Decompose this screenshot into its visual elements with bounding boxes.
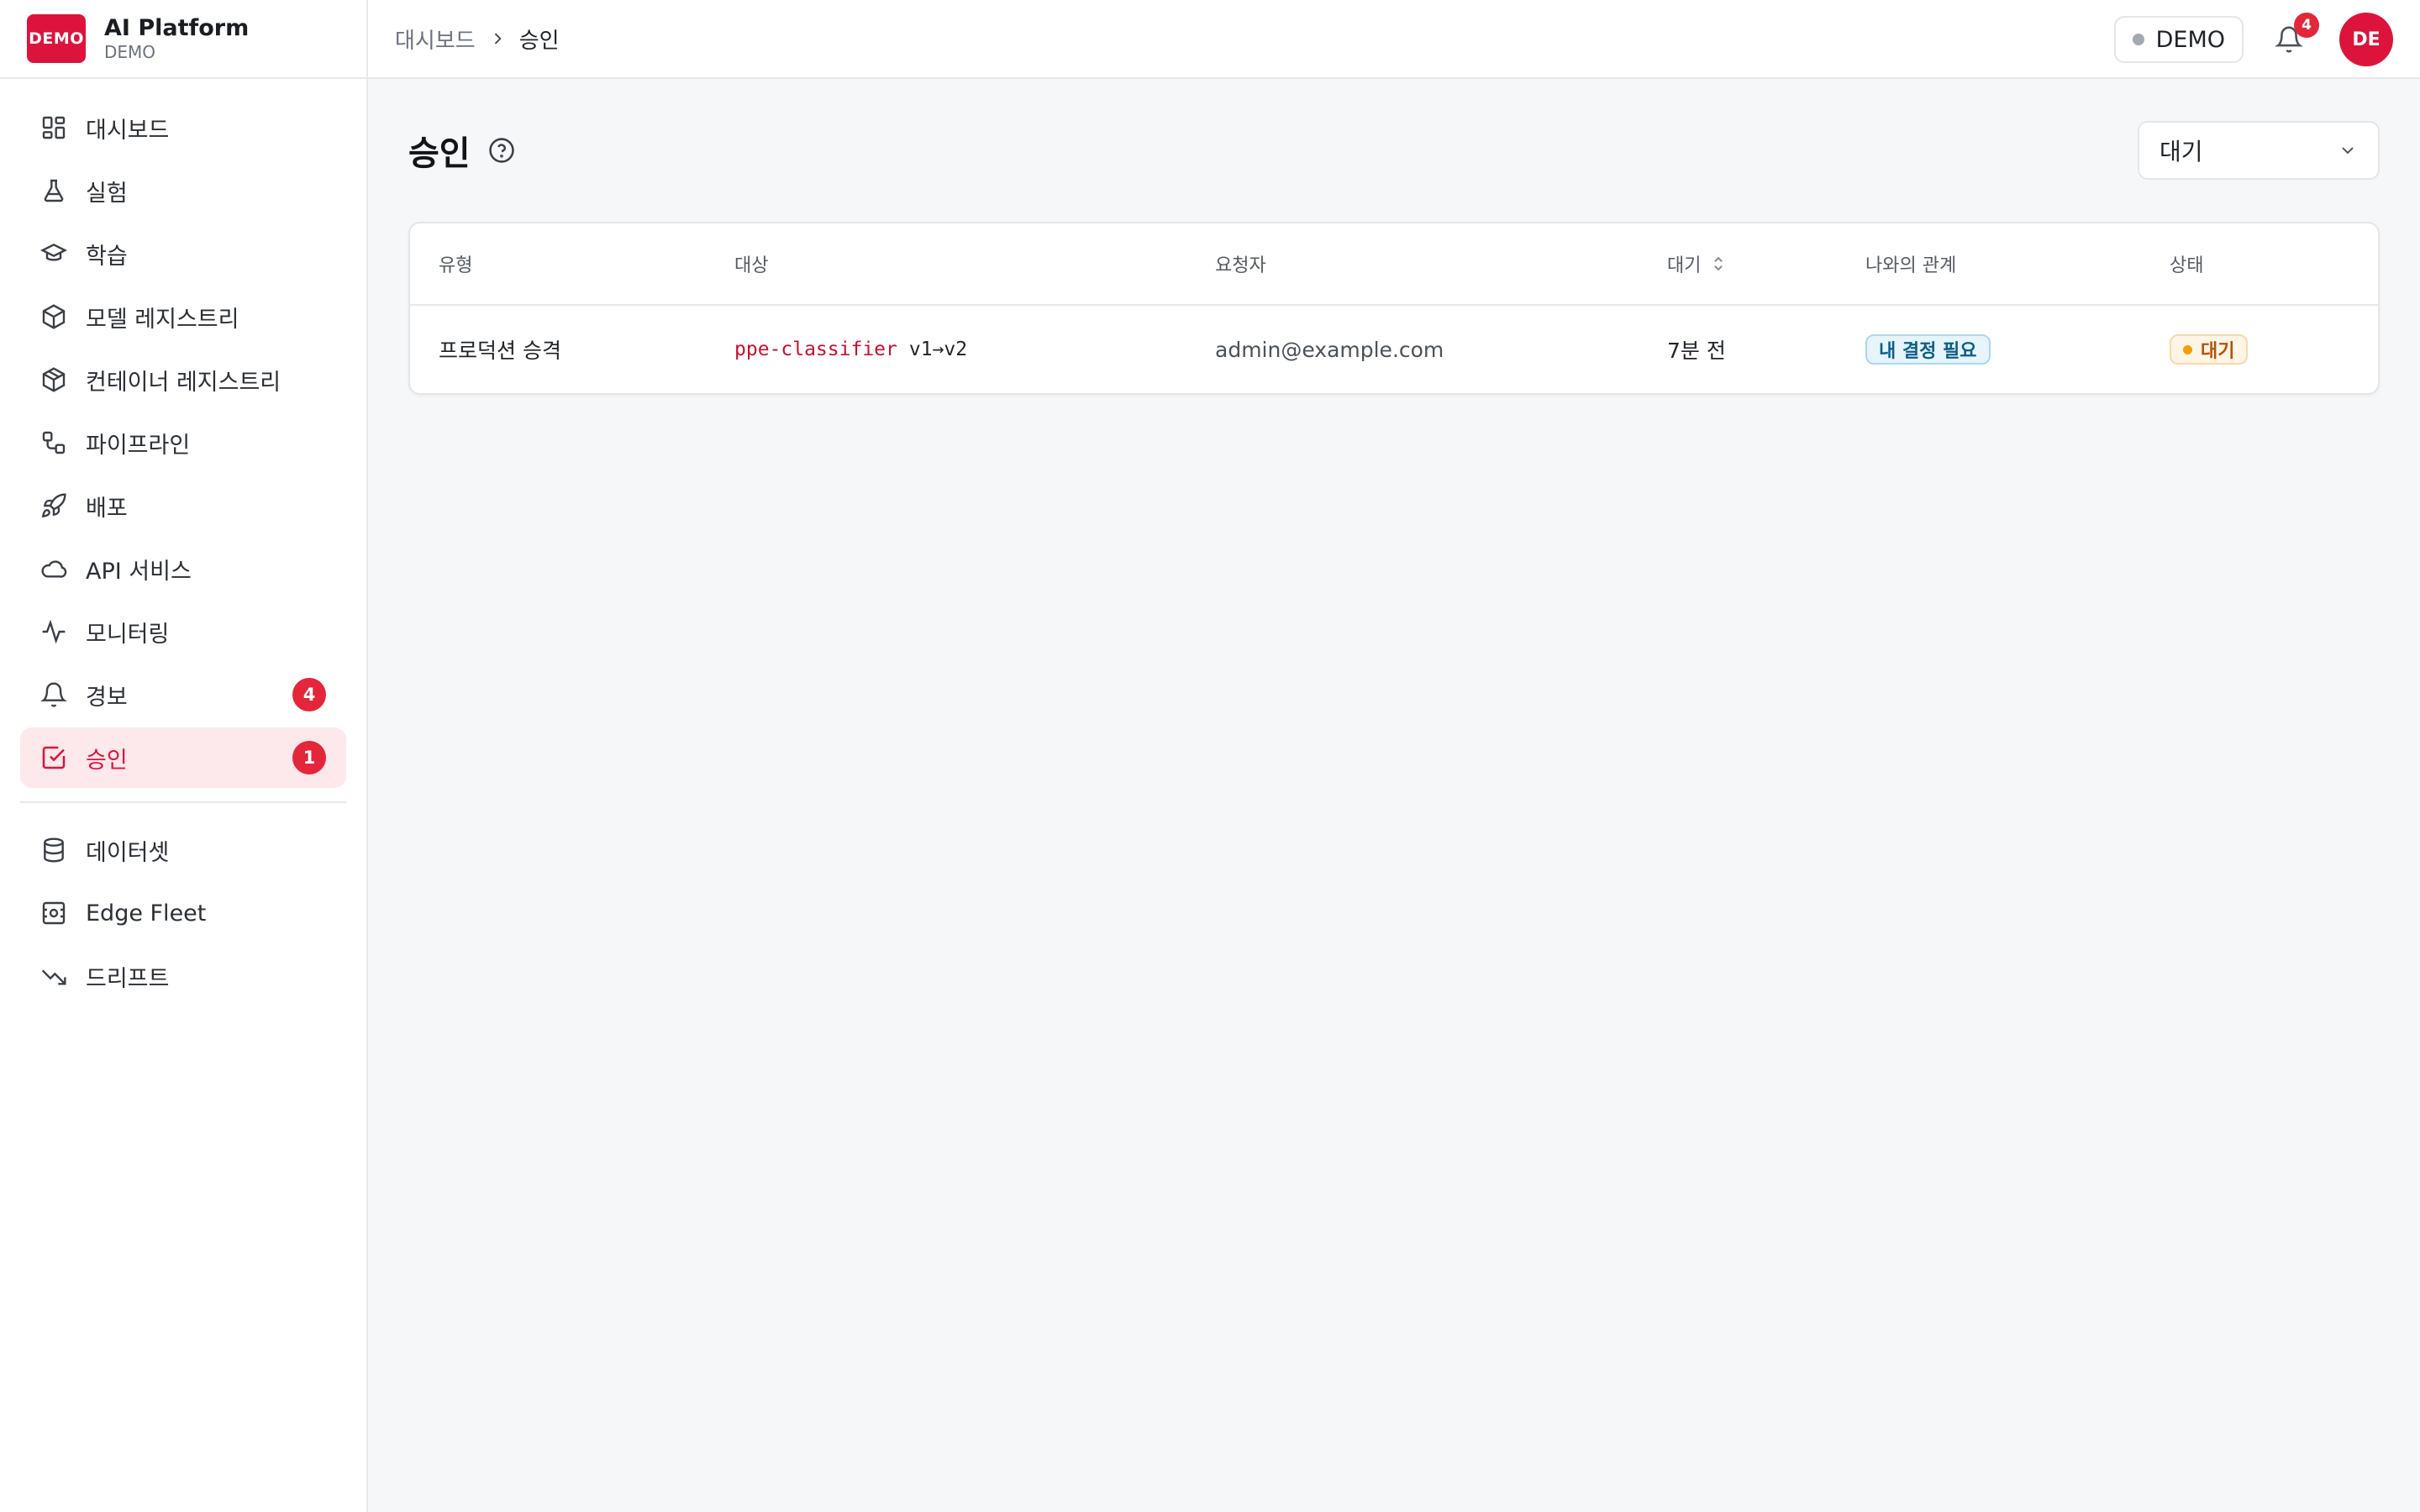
column-header-relation: 나와의 관계 xyxy=(1865,255,1957,276)
alerts-count-badge: 4 xyxy=(292,678,326,711)
env-label: DEMO xyxy=(2155,26,2225,53)
cell-requester: admin@example.com xyxy=(1215,337,1444,362)
cloud-icon xyxy=(40,555,67,582)
relation-badge: 내 결정 필요 xyxy=(1865,334,1991,365)
status-badge: 대기 xyxy=(2170,334,2249,365)
sidebar-item-label: 컨테이너 레지스트리 xyxy=(86,369,281,396)
cell-relation: 내 결정 필요 xyxy=(1865,334,1991,365)
user-avatar[interactable]: DE xyxy=(2339,13,2393,66)
status-dot xyxy=(2183,344,2192,354)
bell-icon xyxy=(40,681,67,708)
notification-count-badge: 4 xyxy=(2294,13,2319,38)
sidebar-item-label: 파이프라인 xyxy=(86,432,191,459)
sidebar-item-label: 데이터셋 xyxy=(86,839,170,866)
table-header-row: 유형 대상 요청자 대기 나와의 관계 상태 xyxy=(410,223,2378,306)
trending-down-icon xyxy=(40,963,67,990)
graduation-cap-icon xyxy=(40,240,67,267)
notifications-button[interactable]: 4 xyxy=(2272,13,2319,56)
sidebar-item-label: 대시보드 xyxy=(86,117,170,144)
topbar: 대시보드 승인 DEMO 4 DE xyxy=(368,0,2420,79)
page-content: 승인 대기 유형 대상 요청자 대기 나와의 관계 상태 프로덕션 승격 ppe… xyxy=(368,79,2420,395)
sidebar-item-label: 모델 레지스트리 xyxy=(86,306,239,333)
chevron-right-icon xyxy=(489,30,506,47)
sidebar-item-alerts[interactable]: 경보 4 xyxy=(20,664,346,725)
database-icon xyxy=(40,837,67,864)
approvals-table: 유형 대상 요청자 대기 나와의 관계 상태 프로덕션 승격 ppe-class… xyxy=(408,222,2380,395)
main-area: 대시보드 승인 DEMO 4 DE 승인 대기 유형 대상 요청자 대기 나와의… xyxy=(368,0,2420,1512)
sidebar-item-dashboard[interactable]: 대시보드 xyxy=(20,97,346,158)
target-version-change: v1→v2 xyxy=(908,339,968,360)
sidebar-item-deployments[interactable]: 배포 xyxy=(20,475,346,536)
sidebar-item-label: 승인 xyxy=(86,747,128,774)
sidebar-item-drift[interactable]: 드리프트 xyxy=(20,946,346,1006)
sidebar-item-label: 드리프트 xyxy=(86,965,170,992)
column-header-waiting[interactable]: 대기 xyxy=(1667,250,1726,277)
approvals-count-badge: 1 xyxy=(292,741,326,774)
cell-type: 프로덕션 승격 xyxy=(439,339,561,363)
sidebar-divider xyxy=(20,801,346,803)
column-header-status: 상태 xyxy=(2170,255,2204,276)
sidebar-item-label: API 서비스 xyxy=(86,558,192,585)
environment-chip[interactable]: DEMO xyxy=(2113,16,2244,63)
sidebar-item-label: 모니터링 xyxy=(86,621,170,648)
brand-name: AI Platform xyxy=(104,14,250,41)
app-root: DEMO AI Platform DEMO 대시보드 실험 학습 모델 레지스트… xyxy=(0,0,2420,1512)
column-header-target: 대상 xyxy=(734,255,769,276)
sidebar-item-label: 학습 xyxy=(86,243,128,270)
sidebar-item-monitoring[interactable]: 모니터링 xyxy=(20,601,346,662)
env-status-dot xyxy=(2132,34,2144,45)
sidebar-item-label: Edge Fleet xyxy=(86,900,207,927)
sort-icon xyxy=(1711,255,1726,273)
breadcrumb-home-link[interactable]: 대시보드 xyxy=(395,24,476,55)
status-filter-select[interactable]: 대기 xyxy=(2138,121,2380,180)
chevron-down-icon xyxy=(2338,140,2358,160)
brand-text: AI Platform DEMO xyxy=(104,15,249,62)
page-title: 승인 xyxy=(408,134,471,173)
brand-sub: DEMO xyxy=(104,42,156,63)
page-header: 승인 대기 xyxy=(408,79,2380,222)
cube-icon xyxy=(40,303,67,330)
status-filter-value: 대기 xyxy=(2160,138,2203,165)
cell-status: 대기 xyxy=(2170,334,2249,365)
sidebar-nav: 대시보드 실험 학습 모델 레지스트리 컨테이너 레지스트리 파이프라인 배포 … xyxy=(0,79,366,1006)
topbar-actions: DEMO 4 DE xyxy=(2113,0,2393,79)
cell-target[interactable]: ppe-classifier v1→v2 xyxy=(734,339,967,360)
activity-icon xyxy=(40,618,67,645)
sidebar-item-label: 실험 xyxy=(86,180,128,207)
brand-logo: DEMO xyxy=(27,14,86,63)
breadcrumb: 대시보드 승인 xyxy=(395,24,560,55)
sidebar-item-edge-fleet[interactable]: Edge Fleet xyxy=(20,883,346,943)
package-icon xyxy=(40,366,67,393)
sidebar-item-api-services[interactable]: API 서비스 xyxy=(20,538,346,599)
column-header-type: 유형 xyxy=(439,255,473,276)
help-circle-icon[interactable] xyxy=(487,136,516,165)
grid-icon xyxy=(40,114,67,141)
sidebar-item-datasets[interactable]: 데이터셋 xyxy=(20,820,346,880)
flask-icon xyxy=(40,177,67,204)
target-model-name: ppe-classifier xyxy=(734,339,897,360)
sidebar-item-experiments[interactable]: 실험 xyxy=(20,160,346,221)
brand[interactable]: DEMO AI Platform DEMO xyxy=(0,0,366,79)
sidebar-item-approvals[interactable]: 승인 1 xyxy=(20,727,346,788)
sidebar-item-label: 배포 xyxy=(86,495,128,522)
sidebar-item-model-registry[interactable]: 모델 레지스트리 xyxy=(20,286,346,347)
sidebar-item-training[interactable]: 학습 xyxy=(20,223,346,284)
rocket-icon xyxy=(40,492,67,519)
sidebar-item-label: 경보 xyxy=(86,684,128,711)
column-header-waiting-label: 대기 xyxy=(1667,255,1702,276)
breadcrumb-current: 승인 xyxy=(518,28,560,54)
workflow-icon xyxy=(40,429,67,456)
edge-device-icon xyxy=(40,900,67,927)
status-badge-label: 대기 xyxy=(2201,341,2235,362)
table-row[interactable]: 프로덕션 승격 ppe-classifier v1→v2 admin@exampl… xyxy=(410,306,2378,393)
check-square-icon xyxy=(40,744,67,771)
column-header-requester: 요청자 xyxy=(1215,255,1266,276)
cell-waiting: 7분 전 xyxy=(1667,339,1726,363)
sidebar-item-container-registry[interactable]: 컨테이너 레지스트리 xyxy=(20,349,346,410)
sidebar-item-pipelines[interactable]: 파이프라인 xyxy=(20,412,346,473)
sidebar: DEMO AI Platform DEMO 대시보드 실험 학습 모델 레지스트… xyxy=(0,0,368,1512)
